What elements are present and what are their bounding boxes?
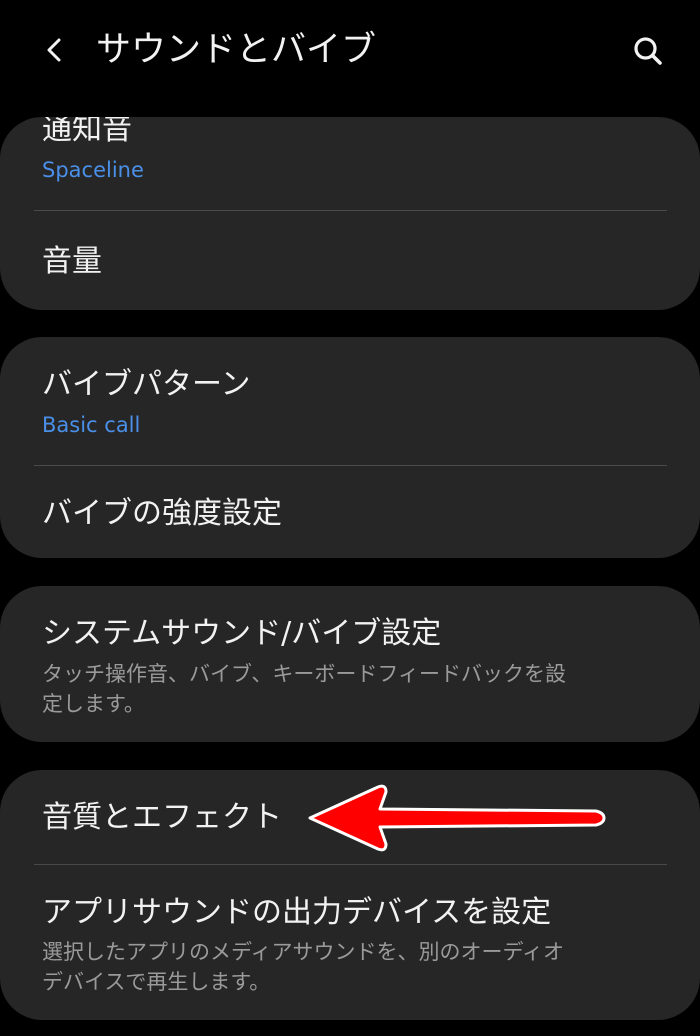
- red-arrow-annotation: [308, 784, 606, 852]
- vibration-card: バイブパターン Basic call バイブの強度設定: [0, 337, 700, 558]
- page-title: サウンドとバイブ: [96, 30, 377, 70]
- ringtone-item[interactable]: 通知音 Spaceline: [0, 117, 700, 211]
- back-button[interactable]: [30, 25, 80, 75]
- system-sound-desc-line1: タッチ操作音、バイブ、キーボードフィードバックを設: [42, 662, 566, 686]
- vibration-pattern-value: Basic call: [42, 413, 141, 437]
- app-sound-output-item[interactable]: アプリサウンドの出力デバイスを設定 選択したアプリのメディアサウンドを、別のオー…: [0, 865, 700, 1020]
- vibration-pattern-label: バイブパターン: [42, 367, 251, 402]
- ringtone-value: Spaceline: [42, 158, 144, 182]
- sound-card: 通知音 Spaceline 音量: [0, 117, 700, 310]
- system-sound-desc-line2: 定します。: [42, 692, 145, 716]
- ringtone-label: 通知音: [42, 117, 132, 147]
- app-sound-output-label: アプリサウンドの出力デバイスを設定: [42, 895, 552, 930]
- system-sound-item[interactable]: システムサウンド/バイブ設定 タッチ操作音、バイブ、キーボードフィードバックを設…: [0, 586, 700, 742]
- app-sound-output-desc-line2: デバイスで再生します。: [42, 970, 271, 994]
- volume-item[interactable]: 音量: [0, 211, 700, 310]
- system-sound-label: システムサウンド/バイブ設定: [42, 616, 442, 651]
- search-icon: [634, 37, 662, 65]
- chevron-left-icon: [47, 38, 61, 62]
- app-sound-output-desc-line1: 選択したアプリのメディアサウンドを、別のオーディオ: [42, 940, 565, 964]
- search-button[interactable]: [622, 25, 674, 77]
- vibration-pattern-item[interactable]: バイブパターン Basic call: [0, 337, 700, 465]
- vibration-intensity-label: バイブの強度設定: [42, 496, 282, 531]
- vibration-intensity-item[interactable]: バイブの強度設定: [0, 466, 700, 558]
- volume-label: 音量: [42, 244, 102, 279]
- app-header: サウンドとバイブ: [0, 0, 700, 100]
- system-sound-card: システムサウンド/バイブ設定 タッチ操作音、バイブ、キーボードフィードバックを設…: [0, 586, 700, 742]
- sound-quality-effects-label: 音質とエフェクト: [42, 800, 282, 835]
